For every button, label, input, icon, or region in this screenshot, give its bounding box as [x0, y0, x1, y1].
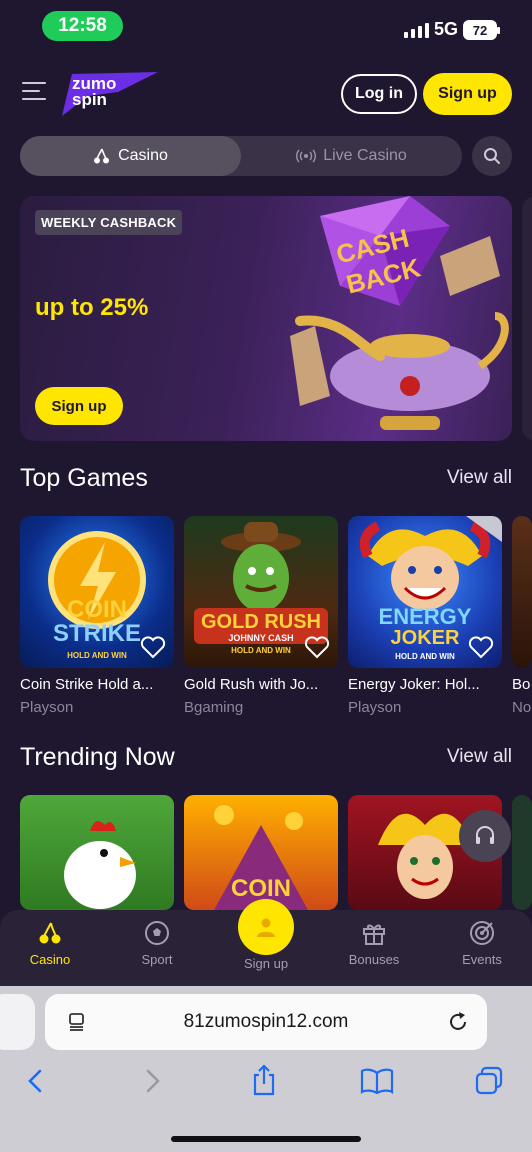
- battery-icon: 72: [463, 20, 500, 40]
- nav-sport-label: Sport: [141, 952, 173, 967]
- tab-live-casino[interactable]: Live Casino: [241, 136, 462, 176]
- game-card-coin-strike[interactable]: COIN STRIKE HOLD AND WIN: [20, 516, 174, 668]
- banner-signup-button[interactable]: Sign up: [35, 387, 123, 425]
- coin-volcano-title: COIN: [231, 875, 291, 902]
- soccer-ball-icon: [145, 921, 169, 945]
- back-icon[interactable]: [24, 1068, 48, 1094]
- cherries-icon: [39, 922, 61, 944]
- nav-events-label: Events: [462, 952, 502, 967]
- energy-joker-title-line1: ENERGY: [378, 604, 472, 629]
- nav-sport[interactable]: Sport: [107, 920, 207, 967]
- game-provider: No: [512, 699, 532, 716]
- trending-view-all[interactable]: View all: [447, 746, 512, 768]
- support-chat-button[interactable]: [459, 810, 511, 862]
- favorite-heart-icon[interactable]: [140, 636, 166, 660]
- game-card-coin-volcano[interactable]: COIN: [184, 795, 338, 910]
- game-provider: Playson: [20, 699, 74, 716]
- logo-text: zumo spin: [72, 75, 116, 109]
- target-icon: [470, 921, 494, 945]
- clock: 12:58: [42, 11, 123, 41]
- forward-icon[interactable]: [140, 1068, 164, 1094]
- top-games-view-all[interactable]: View all: [447, 467, 512, 489]
- game-provider: Bgaming: [184, 699, 244, 716]
- signup-button[interactable]: Sign up: [423, 73, 512, 115]
- nav-casino-label: Casino: [29, 952, 71, 967]
- nav-signup-label[interactable]: Sign up: [216, 956, 316, 971]
- network-type: 5G: [434, 19, 459, 39]
- url-text: 81zumospin12.com: [183, 1011, 349, 1032]
- gold-rush-title-line1: GOLD RUSH: [201, 611, 321, 633]
- share-icon[interactable]: [250, 1064, 278, 1096]
- chicken-art: [64, 821, 136, 909]
- logo-line2: spin: [72, 90, 107, 109]
- gift-icon: [363, 924, 385, 945]
- reload-icon[interactable]: [447, 1011, 469, 1033]
- tab-casino[interactable]: Casino: [20, 136, 241, 176]
- nav-events[interactable]: Events: [432, 920, 532, 967]
- game-name[interactable]: Energy Joker: Hol...: [348, 676, 502, 693]
- nav-bonuses-label: Bonuses: [348, 952, 400, 967]
- promo-banner[interactable]: WEEKLY CASHBACK up to 25% Sign up CASH B…: [20, 196, 512, 441]
- game-name[interactable]: Gold Rush with Jo...: [184, 676, 338, 693]
- login-button[interactable]: Log in: [341, 74, 417, 114]
- trending-title: Trending Now: [20, 743, 175, 771]
- game-card-peek[interactable]: [512, 516, 532, 668]
- headset-icon: [476, 826, 494, 844]
- banner-badge: WEEKLY CASHBACK: [35, 210, 183, 235]
- top-games-title: Top Games: [20, 464, 148, 492]
- game-card-chicken[interactable]: [20, 795, 174, 910]
- address-bar[interactable]: 81zumospin12.com: [45, 994, 487, 1050]
- user-icon: [257, 918, 275, 937]
- game-card-peek[interactable]: [512, 795, 532, 910]
- app-header: zumo spin Log in Sign up: [0, 60, 532, 130]
- logo[interactable]: zumo spin: [58, 66, 158, 116]
- battery-level: 72: [472, 22, 488, 38]
- nav-bonuses[interactable]: Bonuses: [324, 920, 424, 967]
- favorite-heart-icon[interactable]: [468, 636, 494, 660]
- signup-fab[interactable]: [238, 899, 294, 955]
- menu-icon[interactable]: [22, 82, 46, 102]
- tab-live-label: Live Casino: [323, 147, 407, 164]
- status-bar: 12:58 5G 72: [0, 0, 532, 54]
- game-name[interactable]: Bo: [512, 676, 532, 693]
- broadcast-icon: [296, 149, 317, 163]
- signal-icon: [404, 22, 429, 38]
- bookmarks-icon[interactable]: [360, 1068, 394, 1094]
- reader-icon[interactable]: [67, 1012, 87, 1032]
- tab-casino-label: Casino: [118, 147, 168, 164]
- next-banner-peek[interactable]: [522, 196, 532, 441]
- game-card-gold-rush[interactable]: GOLD RUSH JOHNNY CASH HOLD AND WIN: [184, 516, 338, 668]
- tabs-icon[interactable]: [474, 1066, 504, 1096]
- previous-tab-peek[interactable]: [0, 994, 35, 1050]
- search-button[interactable]: [472, 136, 512, 176]
- coin-strike-title-line1: COIN: [67, 596, 127, 623]
- browser-toolbar: 81zumospin12.com: [0, 986, 532, 1152]
- game-name[interactable]: Coin Strike Hold a...: [20, 676, 174, 693]
- game-card-energy-joker[interactable]: ENERGY JOKER HOLD AND WIN: [348, 516, 502, 668]
- search-icon: [484, 148, 500, 164]
- category-tabs: Casino Live Casino: [20, 136, 462, 176]
- cherries-icon: [94, 148, 110, 164]
- cashback-diamond-lamp-illustration: CASH BACK: [290, 196, 509, 430]
- banner-offer: up to 25%: [35, 294, 149, 321]
- home-indicator[interactable]: [171, 1136, 361, 1142]
- game-provider: Playson: [348, 699, 402, 716]
- favorite-heart-icon[interactable]: [304, 636, 330, 660]
- nav-casino[interactable]: Casino: [0, 920, 100, 967]
